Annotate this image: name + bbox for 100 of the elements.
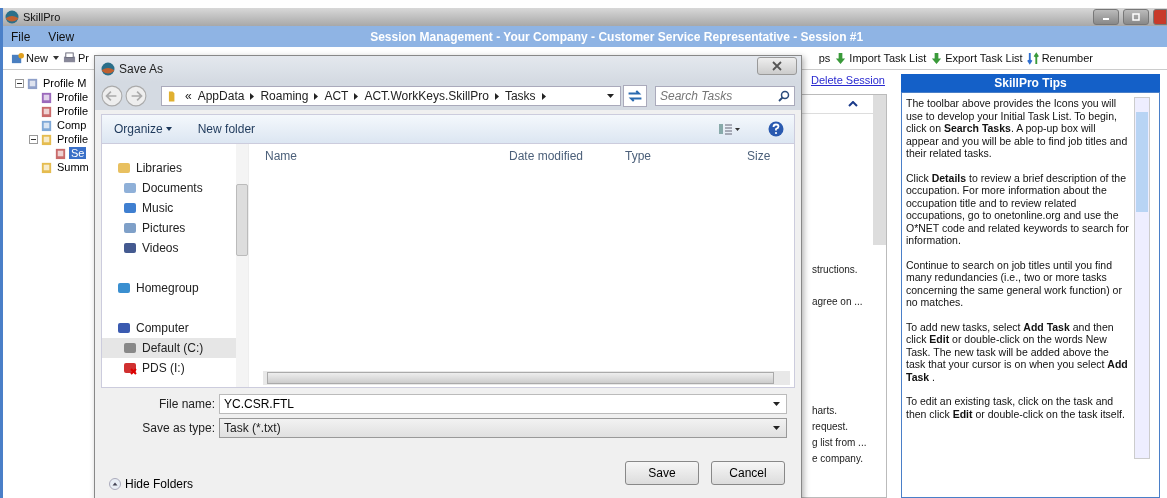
chevron-up-icon[interactable] [848,101,858,107]
tree-node-icon [40,90,53,104]
tree-node-icon [40,104,53,118]
toolbar-button[interactable]: Import Task List [832,51,929,65]
tree-item[interactable]: Profile [55,91,91,103]
tree-node-icon [40,132,53,146]
tree-node-icon [54,146,67,160]
refresh-icon[interactable] [623,85,647,107]
nav-item[interactable]: Computer [102,318,236,338]
breadcrumb[interactable]: Roaming [260,89,309,103]
scrollbar[interactable] [236,144,248,387]
field-label: File name: [157,397,216,411]
caret-icon [53,56,59,60]
help-icon[interactable] [768,121,784,137]
delete-session-link[interactable]: Delete Session [811,74,885,90]
scrollbar[interactable] [873,95,886,245]
chevron-right-icon[interactable] [354,92,359,100]
app-logo-icon [5,10,19,24]
hide-folders-button[interactable]: Hide Folders [103,475,200,492]
close-icon [772,61,782,71]
tree-item[interactable]: Profile M [41,77,89,89]
sort-icon [1026,51,1040,65]
toolbar-button[interactable]: Export Task List [928,51,1025,65]
menu-item[interactable]: File [11,29,31,44]
collapse-icon [109,477,121,490]
collapse-icon[interactable] [29,134,38,144]
breadcrumb-overflow[interactable]: « [185,89,192,103]
task-text: structions. [812,264,859,277]
tip-paragraph: The toolbar above provides the Icons you will use to develop your Initial Task List. To begin, click on Search Tasks. A pop-up box will appear and you will be able to find job titles and their related tasks. [906,97,1129,160]
dialog-title: Save As [119,62,164,76]
breadcrumb[interactable]: ACT.WorkKeys.SkillPro [364,89,489,103]
tree-item[interactable]: Profile [55,133,91,145]
column-header[interactable]: Type [625,149,747,163]
nav-item[interactable]: PDS (I:) [102,358,236,378]
nav-item[interactable]: Documents [102,178,236,198]
tree-item[interactable]: Comp [55,119,89,131]
tree-node-icon [26,76,39,90]
task-text: e company. [812,453,864,466]
nav-item[interactable]: Default (C:) [102,338,236,358]
nav-item[interactable]: Libraries [102,158,236,178]
tips-header: SkillPro Tips [901,74,1160,92]
dropdown-icon[interactable] [773,402,780,406]
collapse-icon[interactable] [15,78,24,88]
scrollbar[interactable] [1134,97,1150,459]
task-text: g list from ... [812,437,868,450]
tip-paragraph: To add new tasks, select Add Task and then click Edit or double-click on the words New Task. The new task will be added above the task that your cursor is on when you select Add Task. [906,320,1129,383]
toolbar-button[interactable]: ps [816,52,833,64]
dropdown-icon[interactable] [607,94,614,98]
app-title: SkillPro [23,11,61,23]
address-bar[interactable]: « AppData Roaming ACT ACT.WorkKeys.SkillPro Tasks [161,86,621,106]
save-button[interactable]: Save [625,460,699,485]
file-type-dropdown[interactable]: Task (*.txt) [219,418,787,438]
nav-item[interactable]: Pictures [102,218,236,238]
toolbar-button[interactable]: Renumber [1024,51,1095,65]
printer-icon [63,51,76,65]
chevron-right-icon[interactable] [541,92,546,100]
new-folder-button[interactable]: New folder [191,120,262,138]
chevron-right-icon[interactable] [494,92,499,100]
tip-paragraph: Continue to search on job titles until you find many redundancies (i.e., two or more tasks concerning the same general work function) or no matches. [906,258,1123,309]
chevron-right-icon[interactable] [250,92,255,100]
tree-node-icon [40,118,53,132]
chevron-right-icon[interactable] [314,92,319,100]
organize-button[interactable]: Organize [108,120,178,138]
search-icon [778,90,790,102]
column-header[interactable]: Date modified [509,149,625,163]
toolbar-button[interactable]: New [9,51,61,65]
file-name-field[interactable]: YC.CSR.FTL [219,394,787,414]
tree-item[interactable]: Summ [55,161,91,173]
new-icon [11,51,24,65]
nav-item[interactable]: Videos [102,238,236,258]
tip-paragraph: Click Details to review a brief description of the occupation. For more information about the occupation title and to review related occupations, go to onetonline.org and use the O*NET code and related keywords to search for information. [906,171,1130,247]
menu-item[interactable]: View [48,29,75,44]
view-options-icon[interactable] [718,123,740,135]
close-button[interactable] [757,57,797,75]
tree-node-icon [40,160,53,174]
tip-paragraph: To edit an existing task, click on the task and then click Edit or double-click on the task itself. [906,395,1126,420]
cancel-button[interactable]: Cancel [711,460,785,485]
minimize-button[interactable] [1093,9,1119,25]
column-header[interactable]: Name [265,149,509,163]
breadcrumb[interactable]: Tasks [504,89,536,103]
caret-icon [165,127,172,131]
tree-item[interactable]: Se [69,147,87,159]
nav-item[interactable]: Homegroup [102,278,236,298]
column-header[interactable]: Size [747,149,787,163]
task-text: agree on ... [812,296,864,309]
breadcrumb[interactable]: AppData [197,89,245,103]
search-field[interactable]: Search Tasks [655,86,795,106]
task-text: request. [812,421,850,434]
maximize-icon [1131,12,1141,22]
toolbar-button[interactable]: Pr [61,51,91,65]
breadcrumb[interactable]: ACT [324,89,349,103]
window-title: Session Management - Your Company - Customer Service Representative - Session #1 [370,29,864,44]
dropdown-icon [773,426,780,430]
maximize-button[interactable] [1123,9,1149,25]
app-logo-icon [101,62,115,76]
field-label: Save as type: [141,421,216,435]
tree-item[interactable]: Profile [55,105,91,117]
nav-item[interactable]: Music [102,198,236,218]
task-text: harts. [812,405,838,418]
horizontal-scrollbar[interactable] [263,371,790,385]
